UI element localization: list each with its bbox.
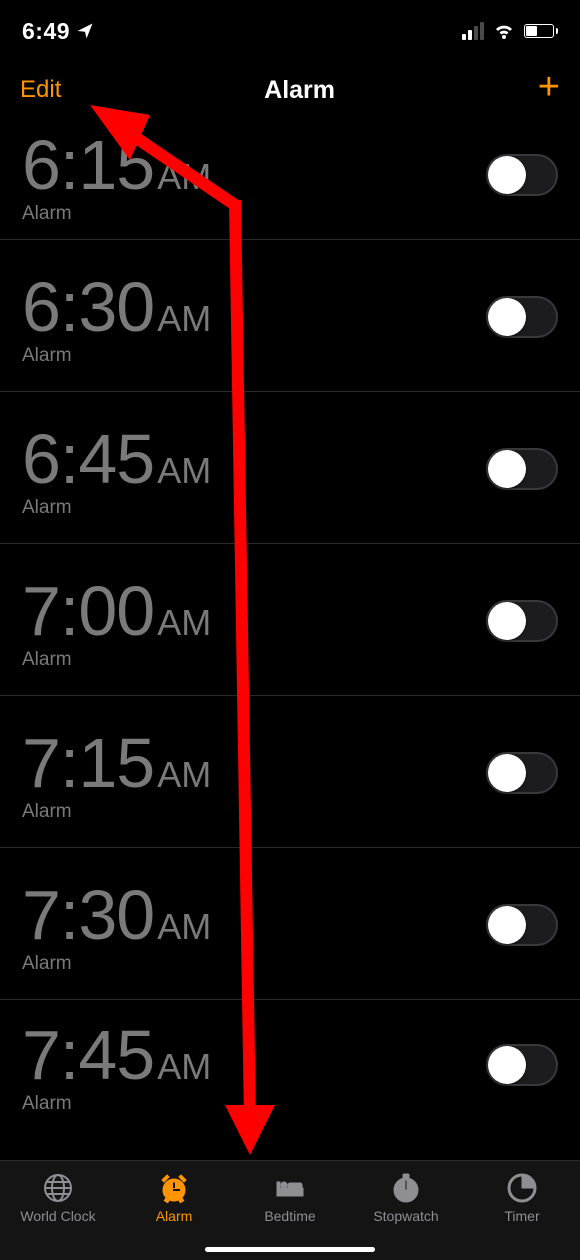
alarm-toggle[interactable] bbox=[486, 904, 558, 946]
home-indicator[interactable] bbox=[205, 1247, 375, 1252]
alarm-time: 6:30AM bbox=[22, 267, 211, 347]
alarm-time: 7:30AM bbox=[22, 875, 211, 955]
alarm-label: Alarm bbox=[22, 649, 211, 671]
alarm-toggle[interactable] bbox=[486, 752, 558, 794]
alarm-label: Alarm bbox=[22, 203, 211, 225]
tab-label: Stopwatch bbox=[373, 1208, 438, 1224]
alarm-toggle[interactable] bbox=[486, 296, 558, 338]
alarm-row[interactable]: 6:30AM Alarm bbox=[0, 240, 580, 392]
alarm-toggle[interactable] bbox=[486, 1044, 558, 1086]
alarm-label: Alarm bbox=[22, 953, 211, 975]
battery-icon bbox=[524, 24, 559, 38]
edit-button[interactable]: Edit bbox=[20, 76, 61, 104]
alarm-toggle[interactable] bbox=[486, 448, 558, 490]
add-button[interactable]: + bbox=[538, 78, 560, 103]
alarm-row[interactable]: 7:45AM Alarm bbox=[0, 1000, 580, 1128]
status-bar: 6:49 bbox=[0, 0, 580, 60]
alarm-time: 6:15AM bbox=[22, 125, 211, 205]
stopwatch-icon bbox=[389, 1171, 423, 1205]
globe-icon bbox=[41, 1171, 75, 1205]
tab-bedtime[interactable]: Bedtime bbox=[232, 1171, 348, 1224]
alarm-list[interactable]: 6:15AM Alarm 6:30AM Alarm 6:45AM Alarm 7… bbox=[0, 120, 580, 1160]
status-left: 6:49 bbox=[22, 18, 94, 45]
tab-alarm[interactable]: Alarm bbox=[116, 1171, 232, 1224]
tab-label: World Clock bbox=[20, 1208, 95, 1224]
alarm-time: 7:00AM bbox=[22, 571, 211, 651]
location-icon bbox=[76, 22, 94, 40]
alarm-label: Alarm bbox=[22, 801, 211, 823]
tab-world-clock[interactable]: World Clock bbox=[0, 1171, 116, 1224]
tab-label: Timer bbox=[504, 1208, 539, 1224]
bed-icon bbox=[273, 1171, 307, 1205]
alarm-toggle[interactable] bbox=[486, 600, 558, 642]
tab-stopwatch[interactable]: Stopwatch bbox=[348, 1171, 464, 1224]
page-title: Alarm bbox=[264, 76, 335, 105]
status-time: 6:49 bbox=[22, 18, 70, 45]
alarm-time: 6:45AM bbox=[22, 419, 211, 499]
alarm-toggle[interactable] bbox=[486, 154, 558, 196]
alarm-row[interactable]: 7:00AM Alarm bbox=[0, 544, 580, 696]
tab-timer[interactable]: Timer bbox=[464, 1171, 580, 1224]
nav-bar: Edit Alarm + bbox=[0, 60, 580, 120]
alarm-row[interactable]: 7:30AM Alarm bbox=[0, 848, 580, 1000]
alarm-label: Alarm bbox=[22, 345, 211, 367]
alarm-label: Alarm bbox=[22, 1093, 211, 1115]
alarm-clock-icon bbox=[157, 1171, 191, 1205]
tab-label: Alarm bbox=[156, 1208, 193, 1224]
alarm-row[interactable]: 7:15AM Alarm bbox=[0, 696, 580, 848]
alarm-label: Alarm bbox=[22, 497, 211, 519]
wifi-icon bbox=[492, 21, 516, 41]
alarm-time: 7:45AM bbox=[22, 1015, 211, 1095]
timer-icon bbox=[505, 1171, 539, 1205]
tab-label: Bedtime bbox=[264, 1208, 315, 1224]
status-right bbox=[462, 21, 559, 41]
alarm-row[interactable]: 6:15AM Alarm bbox=[0, 120, 580, 240]
cellular-icon bbox=[462, 22, 484, 40]
alarm-row[interactable]: 6:45AM Alarm bbox=[0, 392, 580, 544]
alarm-time: 7:15AM bbox=[22, 723, 211, 803]
tab-bar: World Clock Alarm Bedtime Stopwatch Time… bbox=[0, 1160, 580, 1260]
